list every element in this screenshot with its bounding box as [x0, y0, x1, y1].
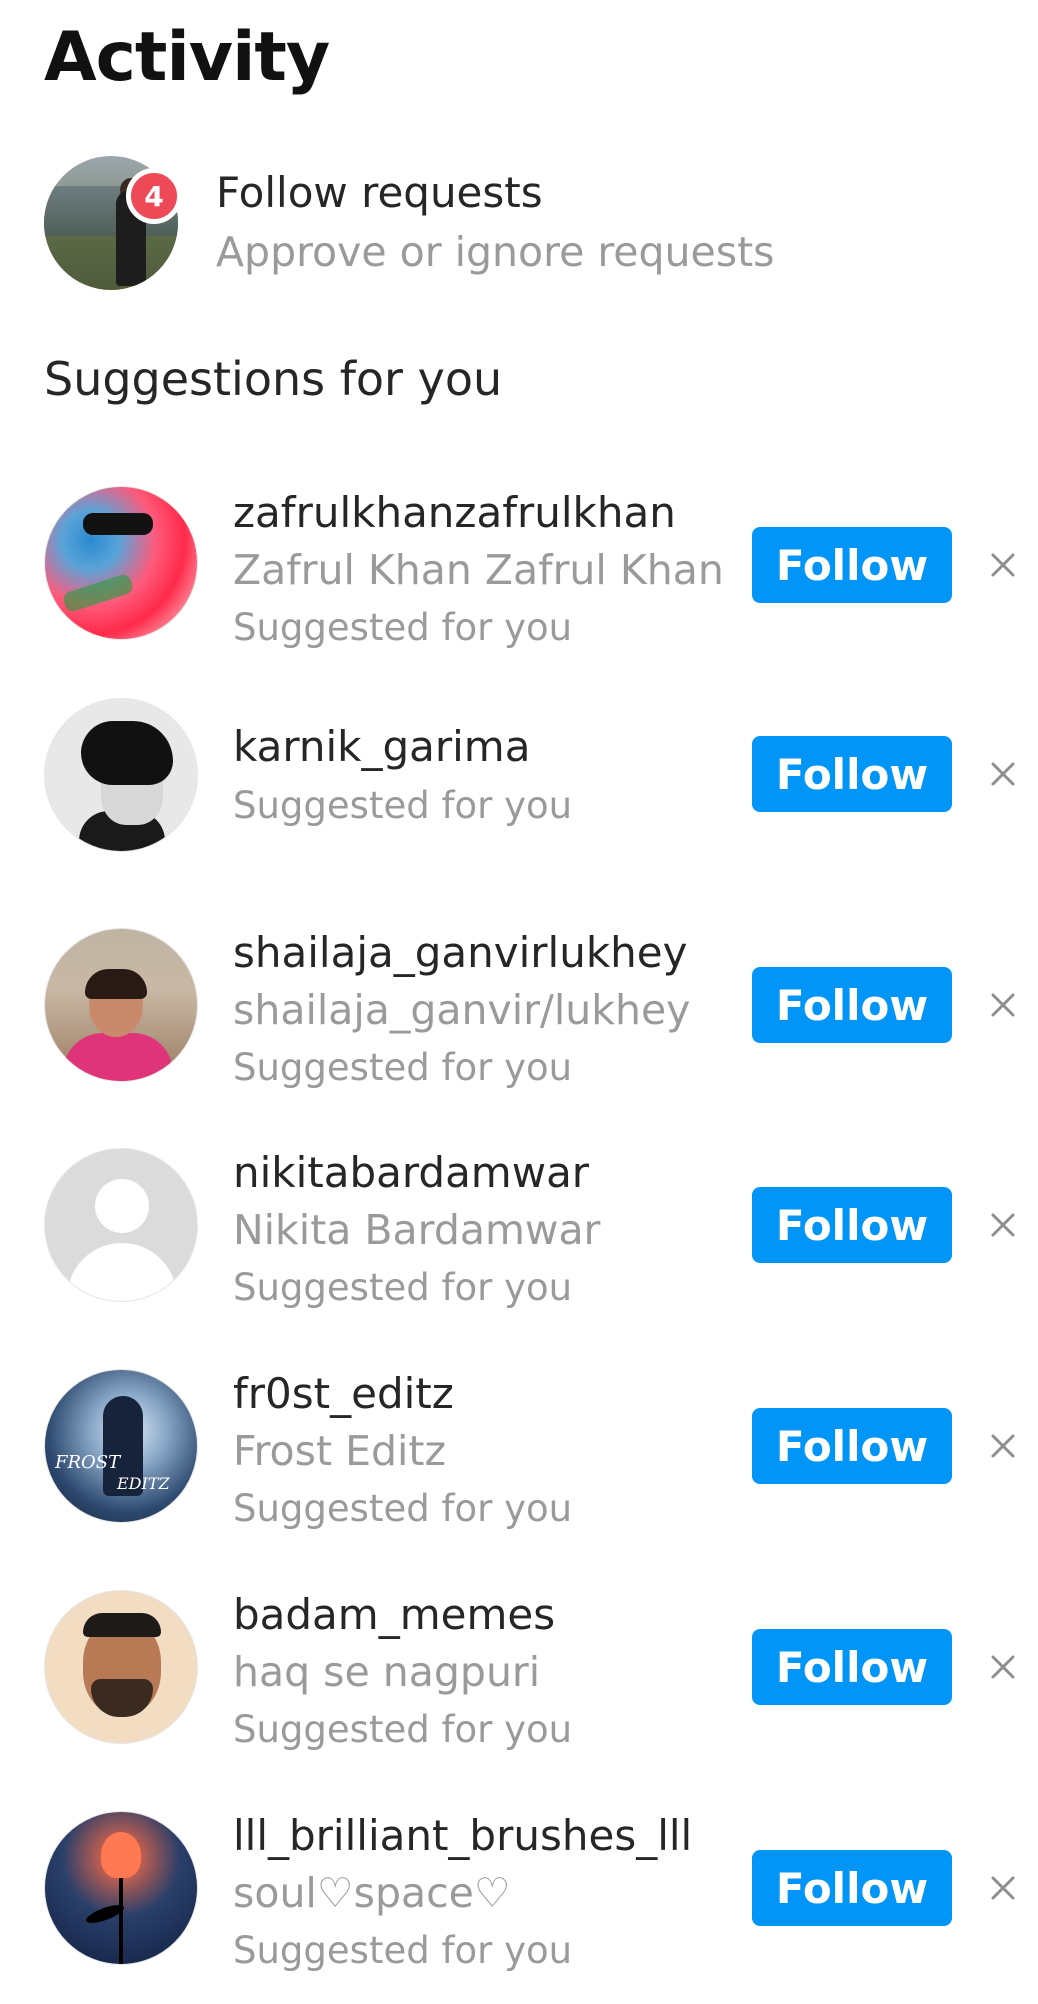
avatar[interactable]	[44, 928, 198, 1082]
suggestion-meta: Suggested for you	[233, 1487, 573, 1530]
list-item[interactable]: FROST EDITZ fr0st_editz Frost Editz Sugg…	[0, 1369, 1038, 1530]
follow-button[interactable]: Follow	[752, 1629, 952, 1705]
full-name: soul♡space♡	[233, 1869, 511, 1917]
username[interactable]: badam_memes	[233, 1590, 555, 1639]
username[interactable]: zafrulkhanzafrulkhan	[233, 488, 676, 537]
avatar[interactable]	[44, 1148, 198, 1302]
close-icon	[991, 1876, 1015, 1900]
avatar-text-editz: EDITZ	[117, 1474, 170, 1493]
follow-button[interactable]: Follow	[752, 1187, 952, 1263]
username[interactable]: fr0st_editz	[233, 1369, 454, 1418]
full-name: Zafrul Khan Zafrul Khan	[233, 546, 724, 594]
list-item[interactable]: nikitabardamwar Nikita Bardamwar Suggest…	[0, 1148, 1038, 1309]
avatar[interactable]	[44, 1811, 198, 1965]
full-name: shailaja_ganvir/lukhey	[233, 986, 691, 1034]
follow-button[interactable]: Follow	[752, 967, 952, 1043]
suggestion-meta: Suggested for you	[233, 1266, 573, 1309]
close-icon	[991, 1213, 1015, 1237]
close-icon	[991, 1655, 1015, 1679]
suggestion-meta: Suggested for you	[233, 1708, 573, 1751]
dismiss-button[interactable]	[985, 547, 1021, 583]
username[interactable]: shailaja_ganvirlukhey	[233, 928, 687, 977]
suggestion-meta: Suggested for you	[233, 606, 573, 649]
dismiss-button[interactable]	[985, 1428, 1021, 1464]
avatar[interactable]	[44, 698, 198, 852]
follow-requests-count-badge: 4	[126, 168, 182, 224]
follow-button[interactable]: Follow	[752, 1408, 952, 1484]
activity-page: Activity 4 Follow requests Approve or ig…	[0, 0, 1038, 2004]
username[interactable]: lll_brilliant_brushes_lll	[233, 1811, 692, 1860]
dismiss-button[interactable]	[985, 1649, 1021, 1685]
list-item[interactable]: zafrulkhanzafrulkhan Zafrul Khan Zafrul …	[0, 486, 1038, 649]
dismiss-button[interactable]	[985, 1870, 1021, 1906]
follow-requests-subtitle: Approve or ignore requests	[216, 228, 775, 276]
dismiss-button[interactable]	[985, 756, 1021, 792]
dismiss-button[interactable]	[985, 1207, 1021, 1243]
close-icon	[991, 762, 1015, 786]
avatar[interactable]	[44, 486, 198, 640]
list-item[interactable]: badam_memes haq se nagpuri Suggested for…	[0, 1590, 1038, 1751]
list-item[interactable]: lll_brilliant_brushes_lll soul♡space♡ Su…	[0, 1811, 1038, 1972]
list-item[interactable]: karnik_garima Suggested for you Follow	[0, 698, 1038, 858]
full-name: haq se nagpuri	[233, 1648, 541, 1696]
default-avatar-icon	[95, 1179, 149, 1233]
suggestion-meta: Suggested for you	[233, 1929, 573, 1972]
suggestion-meta: Suggested for you	[233, 784, 573, 827]
full-name: Frost Editz	[233, 1427, 447, 1475]
follow-requests-row[interactable]: 4 Follow requests Approve or ignore requ…	[44, 156, 1004, 290]
avatar[interactable]	[44, 1590, 198, 1744]
follow-button[interactable]: Follow	[752, 1850, 952, 1926]
page-title: Activity	[44, 18, 330, 97]
suggestion-meta: Suggested for you	[233, 1046, 573, 1089]
list-item[interactable]: shailaja_ganvirlukhey shailaja_ganvir/lu…	[0, 928, 1038, 1089]
follow-requests-title: Follow requests	[216, 168, 543, 217]
username[interactable]: nikitabardamwar	[233, 1148, 589, 1197]
avatar[interactable]: FROST EDITZ	[44, 1369, 198, 1523]
avatar-text-frost: FROST	[55, 1452, 121, 1473]
suggestions-section-title: Suggestions for you	[44, 352, 503, 406]
close-icon	[991, 993, 1015, 1017]
follow-button[interactable]: Follow	[752, 736, 952, 812]
username[interactable]: karnik_garima	[233, 722, 530, 771]
full-name: Nikita Bardamwar	[233, 1206, 601, 1254]
close-icon	[991, 553, 1015, 577]
follow-button[interactable]: Follow	[752, 527, 952, 603]
close-icon	[991, 1434, 1015, 1458]
dismiss-button[interactable]	[985, 987, 1021, 1023]
